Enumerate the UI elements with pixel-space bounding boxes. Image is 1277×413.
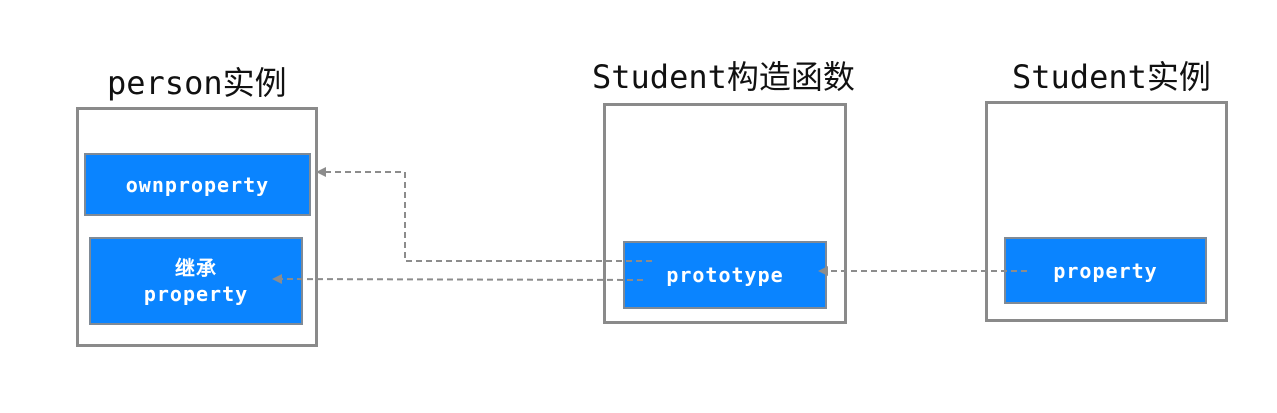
prototype-to-ownproperty-arrow [316, 167, 652, 262]
prototype-to-inherited-arrow [272, 274, 644, 285]
connectors [272, 167, 1027, 285]
